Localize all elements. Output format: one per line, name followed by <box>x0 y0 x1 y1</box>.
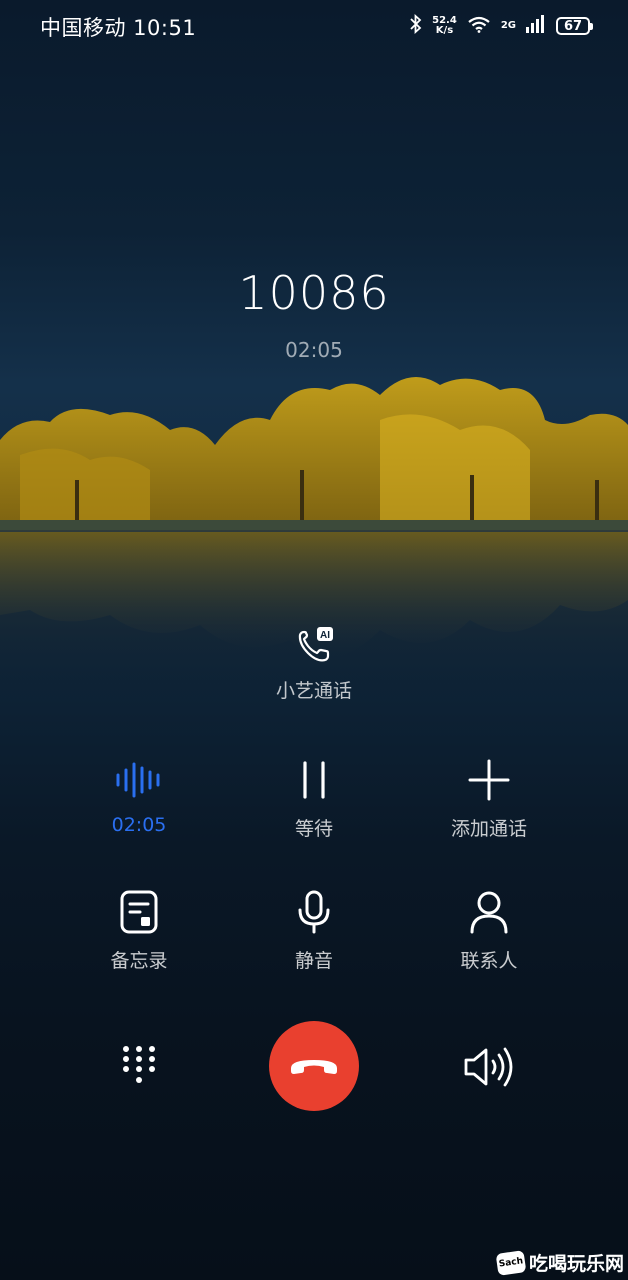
pause-icon <box>227 758 401 802</box>
recording-time: 02:05 <box>111 814 167 836</box>
ai-phone-icon: AI <box>214 624 414 668</box>
mute-button[interactable]: 静音 <box>227 890 401 973</box>
waveform-icon <box>52 758 226 802</box>
watermark-text: 吃喝玩乐网 <box>528 1253 624 1275</box>
carrier-time: 中国移动 10:51 <box>40 16 197 40</box>
bluetooth-icon <box>410 13 422 38</box>
contacts-label: 联系人 <box>460 950 518 972</box>
wifi-icon <box>467 15 491 37</box>
person-icon <box>402 890 576 934</box>
microphone-icon <box>227 890 401 934</box>
memo-icon <box>52 890 226 934</box>
hold-label: 等待 <box>294 818 333 840</box>
contacts-button[interactable]: 联系人 <box>402 890 576 973</box>
watermark: Sach 吃喝玩乐网 <box>495 1249 624 1276</box>
add-call-label: 添加通话 <box>450 818 527 840</box>
call-duration: 02:05 <box>285 338 343 362</box>
signal-icon <box>526 15 546 37</box>
speaker-button[interactable] <box>462 1044 516 1090</box>
memo-button[interactable]: 备忘录 <box>52 890 226 973</box>
mute-label: 静音 <box>294 950 333 972</box>
plus-icon <box>402 758 576 802</box>
watermark-logo: Sach <box>495 1249 527 1276</box>
xiaoyi-call-button[interactable]: AI 小艺通话 <box>214 624 414 703</box>
dialpad-icon <box>123 1046 155 1083</box>
recording-button[interactable]: 02:05 <box>52 758 226 836</box>
xiaoyi-label: 小艺通话 <box>275 680 352 702</box>
battery-icon: 67 <box>556 17 593 35</box>
status-bar: 中国移动 10:51 52.4 K/s 2G 67 <box>0 0 628 52</box>
status-icons: 52.4 K/s 2G 67 <box>410 13 593 38</box>
speaker-icon <box>464 1047 513 1087</box>
memo-label: 备忘录 <box>110 950 168 972</box>
caller-number: 10086 <box>238 266 390 320</box>
add-call-button[interactable]: 添加通话 <box>402 758 576 841</box>
end-call-button[interactable] <box>269 1021 359 1111</box>
dialpad-button[interactable] <box>116 1044 162 1090</box>
svg-text:AI: AI <box>320 630 330 641</box>
hang-up-icon <box>291 1060 337 1074</box>
network-speed: 52.4 K/s <box>432 15 457 36</box>
hold-button[interactable]: 等待 <box>227 758 401 841</box>
signal-gen: 2G <box>500 20 516 31</box>
